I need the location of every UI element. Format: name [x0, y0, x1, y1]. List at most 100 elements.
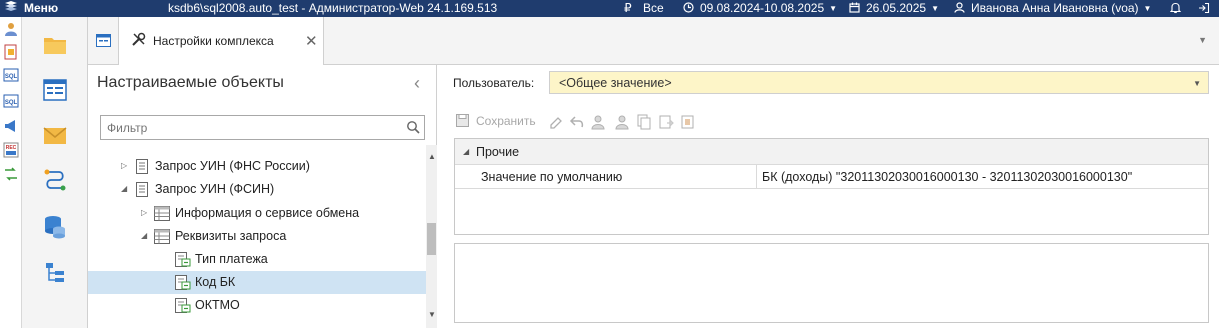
currency-select[interactable]: ₽ Все: [624, 0, 664, 17]
filter-input[interactable]: [101, 116, 401, 139]
svg-text:SQL: SQL: [5, 100, 18, 106]
date-value: 26.05.2025: [866, 1, 927, 15]
exit-icon: [1199, 2, 1210, 14]
chevron-down-icon: ▼: [1193, 79, 1201, 88]
currency-value: Все: [642, 1, 664, 15]
sql-script-icon[interactable]: SQL: [3, 93, 19, 109]
windows-list-button[interactable]: [88, 17, 119, 65]
tree-item[interactable]: Тип платежа: [88, 248, 426, 271]
expand-icon[interactable]: ▷: [141, 208, 147, 217]
tree-item[interactable]: ОКТМО: [88, 294, 426, 317]
table-icon: [154, 206, 170, 221]
user-select-value: <Общее значение>: [559, 76, 672, 90]
document-icon: [136, 182, 148, 197]
import-icon[interactable]: [658, 114, 674, 130]
hierarchy-icon[interactable]: [42, 260, 68, 286]
user-icon[interactable]: [614, 114, 630, 130]
settings-area: Пользователь: <Общее значение> ▼ Сохрани…: [438, 65, 1219, 328]
copy-icon[interactable]: [636, 114, 652, 130]
field-icon: [175, 252, 191, 267]
tools-icon: [132, 32, 146, 46]
database-icon[interactable]: [42, 214, 68, 240]
save-button[interactable]: Сохранить: [456, 114, 536, 128]
description-panel: [454, 243, 1209, 323]
tree-item-label: Запрос УИН (ФНС России): [155, 159, 310, 173]
tree-item-selected[interactable]: Код БК: [88, 271, 426, 294]
folder-icon[interactable]: [42, 32, 68, 58]
save-icon: [456, 114, 469, 127]
close-icon[interactable]: ✕: [305, 32, 318, 50]
workflow-icon[interactable]: [42, 168, 68, 194]
calendar-icon: [849, 2, 860, 13]
bell-icon: [1169, 2, 1182, 14]
property-value[interactable]: БК (доходы) "32011302030016000130 - 3201…: [762, 170, 1132, 184]
user-key-icon[interactable]: [3, 21, 19, 37]
group-row[interactable]: ◢ Прочие: [455, 139, 1208, 165]
user-label: Пользователь:: [453, 76, 535, 90]
tree-item[interactable]: ▷ Информация о сервисе обмена: [88, 202, 426, 225]
property-row[interactable]: Значение по умолчанию БК (доходы) "32011…: [455, 165, 1208, 189]
table-icon: [154, 229, 170, 244]
tab-bar: Настройки комплекса ✕ ▼: [88, 17, 1219, 65]
tree-item[interactable]: ▷ Запрос УИН (ФНС России): [88, 155, 426, 178]
export-icon[interactable]: [680, 114, 696, 130]
exit-button[interactable]: [1198, 0, 1210, 17]
collapse-panel-icon[interactable]: ‹: [414, 73, 420, 94]
sql-icon[interactable]: SQL: [3, 67, 19, 83]
mail-icon[interactable]: [42, 123, 68, 149]
clear-icon[interactable]: [548, 114, 564, 130]
window-list-icon[interactable]: [42, 77, 68, 103]
chevron-down-icon: ▼: [931, 4, 939, 13]
properties-grid: ◢ Прочие Значение по умолчанию БК (доход…: [454, 138, 1209, 235]
megaphone-icon[interactable]: [3, 118, 19, 134]
document-settings-icon[interactable]: [3, 44, 19, 60]
tree-item-label: Запрос УИН (ФСИН): [155, 182, 275, 196]
tree-item-label: Реквизиты запроса: [175, 229, 287, 243]
expand-icon[interactable]: ▷: [121, 161, 127, 170]
user-settings-icon[interactable]: [591, 114, 607, 130]
user-menu[interactable]: Иванова Анна Ивановна (voa) ▼: [954, 0, 1151, 17]
user-select[interactable]: <Общее значение> ▼: [549, 71, 1209, 94]
collapse-icon[interactable]: ◢: [141, 231, 147, 240]
scroll-down-icon[interactable]: ▼: [428, 310, 436, 319]
ruble-icon: ₽: [624, 1, 632, 15]
tree-item[interactable]: ◢ Реквизиты запроса: [88, 225, 426, 248]
tab-complex-settings[interactable]: Настройки комплекса ✕: [119, 17, 324, 65]
tabs-dropdown-icon[interactable]: ▼: [1198, 35, 1207, 45]
transfer-icon[interactable]: [3, 166, 19, 182]
field-icon: [175, 298, 191, 313]
user-icon: [954, 2, 965, 13]
date-select[interactable]: 26.05.2025 ▼: [849, 0, 939, 17]
menu-button[interactable]: Меню: [4, 0, 58, 17]
tree-item-label: Тип платежа: [195, 252, 268, 266]
notifications-button[interactable]: [1169, 0, 1182, 17]
objects-tree-panel: Настраиваемые объекты ‹ ▷ Запрос УИН (ФН…: [88, 65, 437, 328]
search-icon[interactable]: [406, 120, 420, 134]
document-icon: [136, 159, 148, 174]
tool-strip: SQL SQL REC: [0, 17, 22, 328]
svg-text:REC: REC: [6, 145, 17, 151]
group-label: Прочие: [476, 145, 520, 159]
property-name: Значение по умолчанию: [481, 170, 623, 184]
collapse-icon[interactable]: ◢: [121, 184, 127, 193]
filter-box: [100, 115, 425, 140]
period-select[interactable]: 09.08.2024-10.08.2025 ▼: [683, 0, 837, 17]
scroll-thumb[interactable]: [427, 223, 436, 255]
svg-text:SQL: SQL: [5, 74, 18, 80]
tree-scrollbar[interactable]: ▲ ▼: [426, 145, 437, 328]
panel-title: Настраиваемые объекты: [97, 74, 284, 91]
tree-item[interactable]: ◢ Запрос УИН (ФСИН): [88, 178, 426, 201]
collapse-icon[interactable]: ◢: [463, 147, 469, 156]
rec-icon[interactable]: REC: [3, 142, 19, 158]
save-label: Сохранить: [476, 114, 536, 128]
window-icon: [96, 34, 111, 47]
column-divider: [756, 165, 757, 189]
scroll-up-icon[interactable]: ▲: [428, 152, 436, 161]
tree-item-label: Информация о сервисе обмена: [175, 206, 360, 220]
undo-icon[interactable]: [569, 114, 585, 130]
chevron-down-icon: ▼: [1143, 4, 1152, 13]
period-value: 09.08.2024-10.08.2025: [700, 1, 825, 15]
left-navigation: [22, 17, 88, 328]
user-name: Иванова Анна Ивановна (voa): [971, 1, 1139, 15]
clock-icon: [683, 2, 694, 13]
